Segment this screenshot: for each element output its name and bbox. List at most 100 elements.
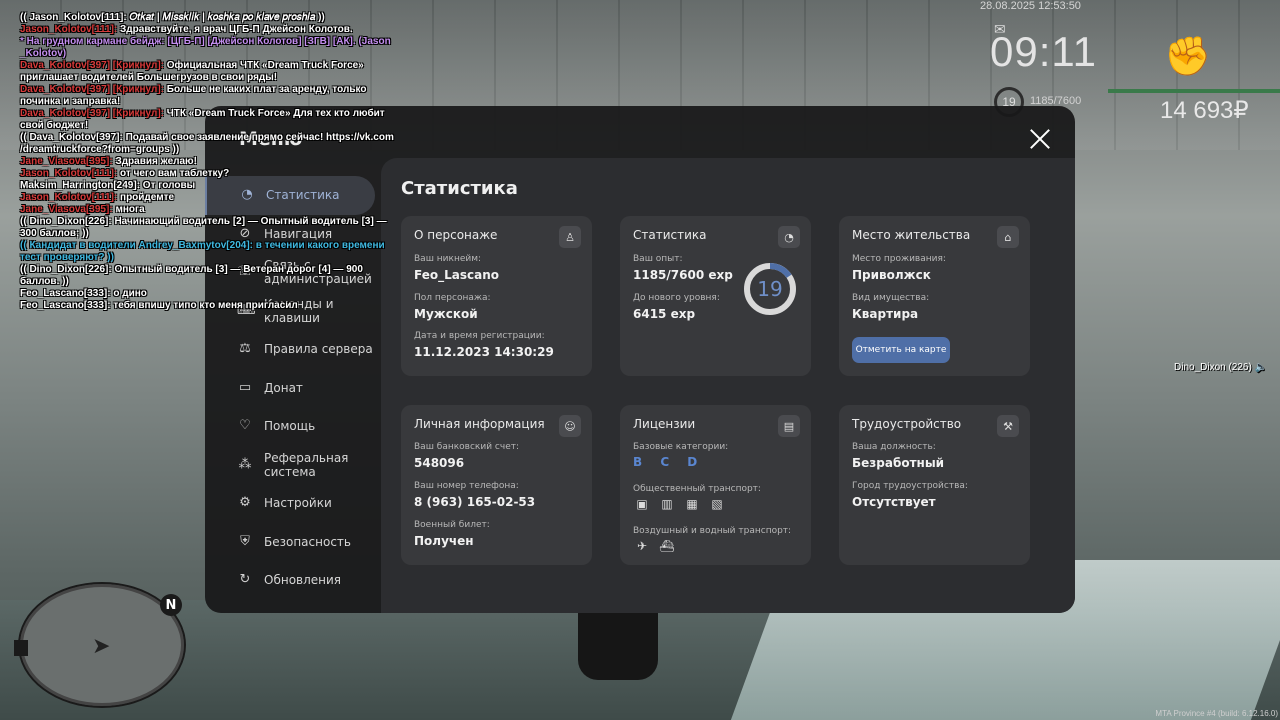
hud-money: 14 693₽	[1160, 97, 1249, 124]
next-level-value: 6415 exp	[633, 307, 696, 321]
gender-value: Мужской	[414, 307, 478, 321]
chat-line: Jason_Kolotov[111]: пройдемте	[20, 192, 175, 203]
reg-value: 11.12.2023 14:30:29	[414, 345, 554, 359]
sidebar-item-8[interactable]: ⚙ Настройки	[205, 484, 381, 523]
bank-value: 548096	[414, 456, 465, 470]
chat-line: (( Dino_Dixon[226]: Начинающий водитель …	[20, 216, 387, 239]
bank-label: Ваш банковский счет:	[414, 442, 520, 452]
phone-label: Ваш номер телефона:	[414, 481, 519, 491]
hud-clock: 09:11	[990, 28, 1097, 75]
card-title: Статистика	[633, 228, 707, 242]
employment-card: Трудоустройство ⚒ Ваша должность: Безраб…	[839, 405, 1030, 565]
sidebar-item-10[interactable]: ↻ Обновления	[205, 561, 381, 600]
sidebar-item-label: Настройки	[264, 496, 332, 511]
house-icon: ⌂	[997, 226, 1019, 248]
user-icon: ♙	[559, 226, 581, 248]
gear-icon: ⚙	[239, 495, 251, 511]
chat-line: Jason_Kolotov[111]: Здравствуйте, я врач…	[20, 24, 353, 35]
heart-hands-icon: ♡	[239, 418, 251, 434]
sidebar-item-label: Помощь	[264, 419, 316, 434]
position-value: Безработный	[852, 456, 945, 470]
sidebar-item-5[interactable]: ▭ Донат	[205, 369, 381, 408]
chat-line: * На грудном кармане бейдж: [ЦГБ-П] [Дже…	[20, 36, 391, 59]
chat-line: (( Jason_Kolotov[111]: 𝑂𝑡𝑘𝑎𝑡 | 𝑀𝑖𝑠𝑠𝑘𝑙𝑖𝑘 …	[20, 12, 325, 23]
residence-card: Место жительства ⌂ Место проживания: При…	[839, 216, 1030, 376]
chat-line: Jason_Kolotov[111]: от чего вам таблетку…	[20, 168, 230, 179]
card-title: О персонаже	[414, 228, 498, 242]
military-value: Получен	[414, 534, 474, 548]
place-label: Место проживания:	[852, 254, 946, 264]
sidebar-item-6[interactable]: ♡ Помощь	[205, 407, 381, 446]
player-arrow-icon: ➤	[92, 634, 111, 659]
shield-icon: ⛨	[240, 533, 250, 549]
base-categories-value: B C D	[633, 455, 705, 469]
card-title: Место жительства	[852, 228, 971, 242]
mark-on-map-button[interactable]: Отметить на карте	[852, 337, 950, 363]
place-value: Приволжск	[852, 268, 931, 282]
chat-log: (( Jason_Kolotov[111]: 𝑂𝑡𝑘𝑎𝑡 | 𝑀𝑖𝑠𝑠𝑘𝑙𝑖𝑘 …	[20, 12, 400, 312]
exp-value: 1185/7600 exp	[633, 268, 733, 282]
air-water-label: Воздушный и водный транспорт:	[633, 526, 792, 536]
card-title: Трудоустройство	[852, 417, 962, 431]
property-value: Квартира	[852, 307, 919, 321]
content-title: Статистика	[401, 178, 518, 199]
nick-value: Feo_Lascano	[414, 268, 499, 282]
base-categories-label: Базовые категории:	[633, 442, 729, 452]
speaker-icon: 🔈	[1254, 362, 1268, 373]
minimap: N ➤	[14, 582, 186, 708]
chat-line: (( Кандидат в водители Andrey_Baxmytov[2…	[20, 240, 385, 263]
player-nametag: Dino_Dixon (226) 🔈	[1174, 362, 1268, 373]
card-title: Личная информация	[414, 417, 545, 431]
sidebar-item-9[interactable]: ⛨ Безопасность	[205, 523, 381, 562]
hud-date: 28.08.2025 12:53:50	[980, 0, 1081, 12]
chat-line: Dava_Kolotov[397] [Крикнул]: Больше не к…	[20, 84, 367, 107]
tram-icon: ▧	[711, 497, 723, 511]
scales-icon: ⚖	[239, 341, 251, 357]
sidebar-item-7[interactable]: ⁂ Реферальная система	[205, 446, 381, 485]
chat-line: Feo_Lascano[333]: о дино	[20, 288, 147, 299]
fist-icon: ✊	[1164, 34, 1212, 78]
card-title: Лицензии	[633, 417, 696, 431]
ship-icon: ⛴	[659, 539, 675, 553]
pie-chart-icon: ◔	[778, 226, 800, 248]
north-indicator: N	[160, 594, 182, 616]
personal-card: Личная информация ☺ Ваш банковский счет:…	[401, 405, 592, 565]
public-transport-label: Общественный транспорт:	[633, 484, 761, 494]
character-card: О персонаже ♙ Ваш никнейм: Feo_Lascano П…	[401, 216, 592, 376]
position-label: Ваша должность:	[852, 442, 936, 452]
chat-line: Jane_Viasova[395]: многа	[20, 204, 145, 215]
chat-line: (( Dino_Dixon[226]: Опытный водитель [3]…	[20, 264, 363, 287]
sidebar-item-label: Реферальная система	[264, 450, 349, 479]
trolleybus-icon: ▥	[661, 497, 673, 511]
city-label: Город трудоустройства:	[852, 481, 968, 491]
chat-line: Dava_Kolotov[397] [Крикнул]: Официальная…	[20, 60, 364, 83]
sidebar-item-label: Безопасность	[264, 534, 351, 549]
close-icon[interactable]	[1029, 128, 1051, 150]
chat-line: Feo_Lascano[333]: тебя впишу типо кто ме…	[20, 300, 298, 311]
refresh-icon: ↻	[239, 572, 251, 588]
chat-line: Maksim_Harrington[249]: От головы	[20, 180, 196, 191]
train-icon: ▦	[686, 497, 698, 511]
stats-card: Статистика ◔ Ваш опыт: 1185/7600 exp До …	[620, 216, 811, 376]
air-water-icons: ✈ ⛴	[633, 538, 676, 554]
chat-line: Jane_Viasova[395]: Здравия желаю!	[20, 156, 197, 167]
exp-label: Ваш опыт:	[633, 254, 683, 264]
hammer-icon: ⚒	[997, 415, 1019, 437]
sidebar-item-label: Обновления	[264, 573, 342, 588]
nick-label: Ваш никнейм:	[414, 254, 482, 264]
statistics-content: Статистика О персонаже ♙ Ваш никнейм: Fe…	[381, 158, 1075, 613]
network-icon: ⁂	[238, 456, 252, 472]
licenses-card: Лицензии ▤ Базовые категории: B C D Обще…	[620, 405, 811, 565]
gender-label: Пол персонажа:	[414, 293, 491, 303]
chat-line: Dava_Kolotov[397] [Крикнул]: ЧТК «Dream …	[20, 108, 385, 131]
level-number: 19	[757, 277, 783, 301]
chat-line: (( Dava_Kolotov[397]: Подавай свое заявл…	[20, 132, 394, 155]
sidebar-item-4[interactable]: ⚖ Правила сервера	[205, 330, 381, 369]
phone-value: 8 (963) 165-02-53	[414, 495, 536, 509]
wallet-icon: ▭	[238, 379, 252, 395]
hud-health-bar	[1108, 89, 1280, 93]
bus-icon: ▣	[636, 497, 648, 511]
document-icon: ▤	[778, 415, 800, 437]
sidebar-item-label: Правила сервера	[264, 342, 373, 357]
reg-label: Дата и время регистрации:	[414, 331, 545, 341]
